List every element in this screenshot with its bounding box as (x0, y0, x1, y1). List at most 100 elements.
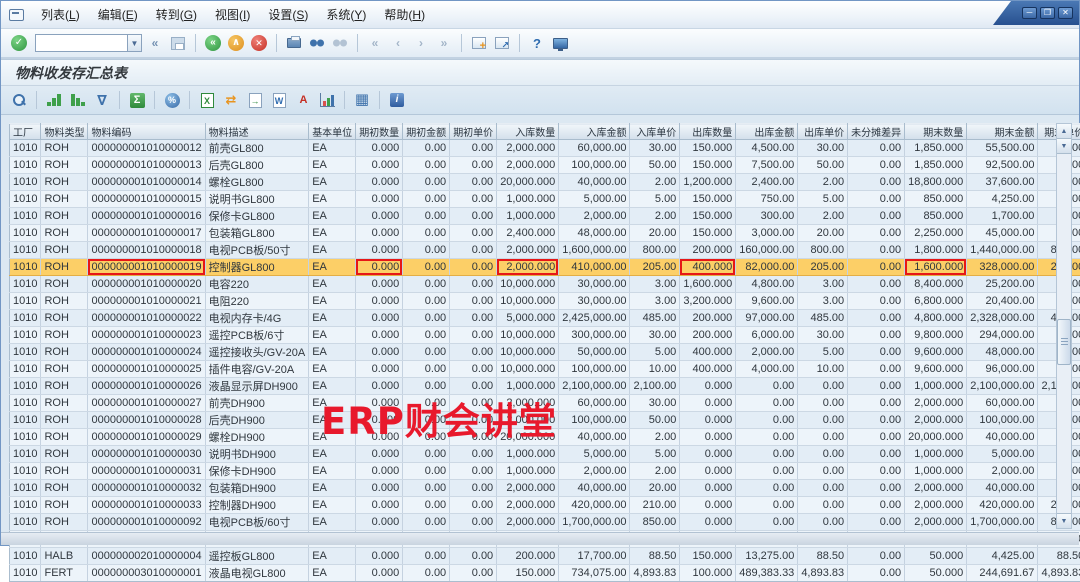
table-cell[interactable]: 1,000.000 (905, 446, 967, 463)
table-cell[interactable]: 100,000.00 (967, 412, 1038, 429)
table-cell[interactable]: 2.00 (798, 174, 848, 191)
table-cell[interactable]: 1010 (10, 242, 41, 259)
graphic-icon[interactable] (316, 89, 338, 111)
table-row[interactable]: 1010ROH000000001010000026液晶显示屏DH900EA0.0… (10, 378, 1080, 395)
table-cell[interactable]: 40,000.00 (967, 429, 1038, 446)
column-header[interactable]: 物料类型 (41, 124, 88, 140)
table-cell[interactable]: EA (309, 480, 356, 497)
table-cell[interactable]: 0.000 (680, 463, 736, 480)
column-header[interactable]: 物料描述 (205, 124, 309, 140)
table-cell[interactable]: 000000001010000015 (88, 191, 205, 208)
table-cell[interactable]: 800.00 (630, 242, 680, 259)
table-cell[interactable]: 7,500.00 (736, 157, 798, 174)
table-cell[interactable]: 遥控接收头/GV-20A (205, 344, 309, 361)
table-cell[interactable]: 0.000 (356, 191, 403, 208)
table-row[interactable]: 1010ROH000000001010000022电视内存卡/4GEA0.000… (10, 310, 1080, 327)
table-cell[interactable]: 1010 (10, 310, 41, 327)
table-cell[interactable]: 0.00 (848, 446, 905, 463)
table-cell[interactable]: 1010 (10, 276, 41, 293)
table-cell[interactable]: 000000001010000020 (88, 276, 205, 293)
table-cell[interactable]: 0.00 (403, 378, 450, 395)
table-cell[interactable]: 210.00 (630, 497, 680, 514)
table-cell[interactable]: 0.00 (450, 463, 497, 480)
table-cell[interactable]: 10,000.000 (497, 293, 559, 310)
table-cell[interactable]: 1010 (10, 480, 41, 497)
table-cell[interactable]: EA (309, 565, 356, 582)
table-cell[interactable]: ROH (41, 497, 88, 514)
table-cell[interactable]: 420,000.00 (559, 497, 630, 514)
table-cell[interactable]: 0.00 (848, 395, 905, 412)
table-cell[interactable]: 000000001010000013 (88, 157, 205, 174)
table-cell[interactable]: 50.000 (905, 548, 967, 565)
table-cell[interactable]: 0.000 (356, 344, 403, 361)
table-cell[interactable]: 0.00 (450, 208, 497, 225)
table-row[interactable]: 1010ROH000000001010000021电阻220EA0.0000.0… (10, 293, 1080, 310)
table-cell[interactable]: 1010 (10, 174, 41, 191)
table-cell[interactable]: 10,000.000 (497, 327, 559, 344)
table-cell[interactable]: 2,000.000 (905, 412, 967, 429)
table-cell[interactable]: 88.50 (1038, 548, 1080, 565)
table-cell[interactable]: 0.000 (680, 378, 736, 395)
table-cell[interactable]: 0.000 (356, 497, 403, 514)
table-cell[interactable]: EA (309, 259, 356, 276)
table-cell[interactable]: 0.00 (450, 293, 497, 310)
table-cell[interactable]: ROH (41, 140, 88, 157)
table-cell[interactable]: ROH (41, 514, 88, 531)
table-cell[interactable]: EA (309, 293, 356, 310)
table-cell[interactable]: 150.000 (680, 157, 736, 174)
table-cell[interactable]: 100,000.00 (559, 361, 630, 378)
table-cell[interactable]: 1,800.000 (905, 242, 967, 259)
table-cell[interactable]: 1,600,000.00 (559, 242, 630, 259)
table-cell[interactable]: ROH (41, 463, 88, 480)
table-cell[interactable]: 电容220 (205, 276, 309, 293)
table-cell[interactable]: 1010 (10, 191, 41, 208)
table-cell[interactable]: 0.00 (403, 310, 450, 327)
table-cell[interactable]: 0.00 (798, 480, 848, 497)
table-cell[interactable]: EA (309, 310, 356, 327)
table-row[interactable]: 1010ROH000000001010000014螺栓GL800EA0.0000… (10, 174, 1080, 191)
table-cell[interactable]: 1,000.000 (497, 378, 559, 395)
table-cell[interactable]: 000000001010000016 (88, 208, 205, 225)
table-cell[interactable]: 150.000 (680, 140, 736, 157)
table-cell[interactable]: 1010 (10, 565, 41, 582)
subtotal-icon[interactable]: % (161, 89, 183, 111)
table-cell[interactable]: 2,000.000 (497, 259, 559, 276)
table-cell[interactable]: EA (309, 157, 356, 174)
table-cell[interactable]: 0.00 (848, 208, 905, 225)
table-cell[interactable]: 0.00 (403, 293, 450, 310)
table-cell[interactable]: 5.00 (630, 344, 680, 361)
table-cell[interactable]: 150.000 (680, 208, 736, 225)
table-cell[interactable]: 10.00 (630, 361, 680, 378)
table-row[interactable]: 1010ROH000000001010000012前壳GL800EA0.0000… (10, 140, 1080, 157)
table-cell[interactable]: 1,000.000 (497, 208, 559, 225)
table-cell[interactable]: 螺栓GL800 (205, 174, 309, 191)
table-cell[interactable]: 18,800.000 (905, 174, 967, 191)
table-cell[interactable]: 0.00 (403, 514, 450, 531)
table-cell[interactable]: 0.00 (848, 276, 905, 293)
table-cell[interactable]: 保修卡GL800 (205, 208, 309, 225)
table-cell[interactable]: EA (309, 327, 356, 344)
table-cell[interactable]: 60,000.00 (967, 395, 1038, 412)
menu-view[interactable]: 视图(I) (206, 3, 259, 26)
table-cell[interactable]: 1,440,000.00 (967, 242, 1038, 259)
table-cell[interactable]: HALB (41, 548, 88, 565)
table-cell[interactable]: 0.00 (848, 412, 905, 429)
vertical-scrollbar[interactable]: ▲ ▼ ▼ (1056, 123, 1072, 529)
table-cell[interactable]: ROH (41, 344, 88, 361)
table-row[interactable]: 1010ROH000000001010000028后壳DH900EA0.0000… (10, 412, 1080, 429)
menu-settings[interactable]: 设置(S) (259, 3, 317, 26)
table-cell[interactable]: 2,000.000 (497, 140, 559, 157)
table-cell[interactable]: 000000001010000028 (88, 412, 205, 429)
table-cell[interactable]: 000000001010000027 (88, 395, 205, 412)
table-row[interactable]: 1010ROH000000001010000016保修卡GL800EA0.000… (10, 208, 1080, 225)
table-cell[interactable]: 0.00 (798, 514, 848, 531)
table-cell[interactable]: 1,850.000 (905, 157, 967, 174)
table-cell[interactable]: 000000001010000017 (88, 225, 205, 242)
table-cell[interactable]: 0.00 (848, 480, 905, 497)
table-cell[interactable]: 0.00 (450, 327, 497, 344)
table-cell[interactable]: 410,000.00 (559, 259, 630, 276)
table-cell[interactable]: 25,200.00 (967, 276, 1038, 293)
command-dropdown-icon[interactable]: ▼ (127, 34, 142, 52)
table-cell[interactable]: 4,800.00 (736, 276, 798, 293)
table-cell[interactable]: ROH (41, 395, 88, 412)
